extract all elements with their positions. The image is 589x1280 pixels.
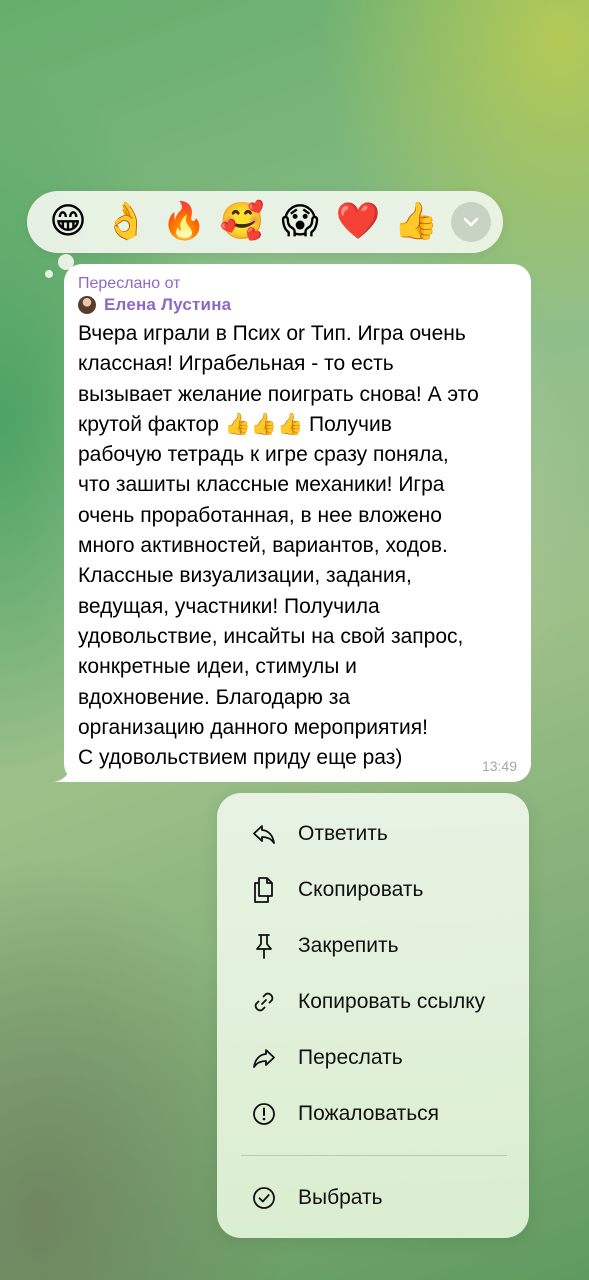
reaction-screaming-face[interactable]: 😱 <box>271 193 329 251</box>
author-name[interactable]: Елена Лустина <box>104 295 231 315</box>
reply-icon <box>250 820 278 848</box>
reactions-bubble-dot-small <box>45 270 53 278</box>
report-icon <box>250 1100 278 1128</box>
message-bubble[interactable]: Переслано от Елена Лустина Вчера играли … <box>64 264 531 782</box>
link-icon <box>250 988 278 1016</box>
pin-icon <box>250 932 278 960</box>
reactions-bar: 😁 👌 🔥 🥰 😱 ❤️ 👍 <box>27 191 503 253</box>
reaction-thumbs-up[interactable]: 👍 <box>387 193 445 251</box>
menu-item-pin[interactable]: Закрепить <box>217 920 529 972</box>
menu-label-select: Выбрать <box>298 1186 383 1209</box>
menu-item-copy[interactable]: Скопировать <box>217 864 529 916</box>
menu-item-copy-link[interactable]: Копировать ссылку <box>217 976 529 1028</box>
menu-label-copy: Скопировать <box>298 878 424 901</box>
menu-label-pin: Закрепить <box>298 934 399 957</box>
menu-item-select[interactable]: Выбрать <box>217 1172 529 1224</box>
checkmark-circle-icon <box>250 1184 278 1212</box>
forwarded-from-label: Переслано от <box>78 275 181 292</box>
expand-reactions-button[interactable] <box>451 202 491 242</box>
reaction-smiling-hearts[interactable]: 🥰 <box>213 193 271 251</box>
menu-label-reply: Ответить <box>298 822 388 845</box>
reaction-fire[interactable]: 🔥 <box>155 193 213 251</box>
chevron-down-icon <box>463 217 479 227</box>
menu-item-report[interactable]: Пожаловаться <box>217 1088 529 1140</box>
copy-icon <box>250 876 278 904</box>
menu-item-forward[interactable]: Переслать <box>217 1032 529 1084</box>
menu-label-copy-link: Копировать ссылку <box>298 990 486 1013</box>
author-avatar <box>78 296 96 314</box>
reaction-ok-hand[interactable]: 👌 <box>97 193 155 251</box>
menu-divider <box>241 1155 507 1156</box>
message-text: Вчера играли в Псих or Тип. Игра очень к… <box>78 322 479 770</box>
forwarded-author[interactable]: Елена Лустина <box>78 295 517 315</box>
menu-label-report: Пожаловаться <box>298 1102 440 1125</box>
message-time: 13:49 <box>481 758 517 774</box>
reaction-red-heart[interactable]: ❤️ <box>329 193 387 251</box>
menu-label-forward: Переслать <box>298 1046 403 1069</box>
context-menu: Ответить Скопировать Закрепить Копироват… <box>217 793 529 1238</box>
reaction-grinning-face[interactable]: 😁 <box>39 193 97 251</box>
menu-item-reply[interactable]: Ответить <box>217 808 529 860</box>
forward-icon <box>250 1044 278 1072</box>
